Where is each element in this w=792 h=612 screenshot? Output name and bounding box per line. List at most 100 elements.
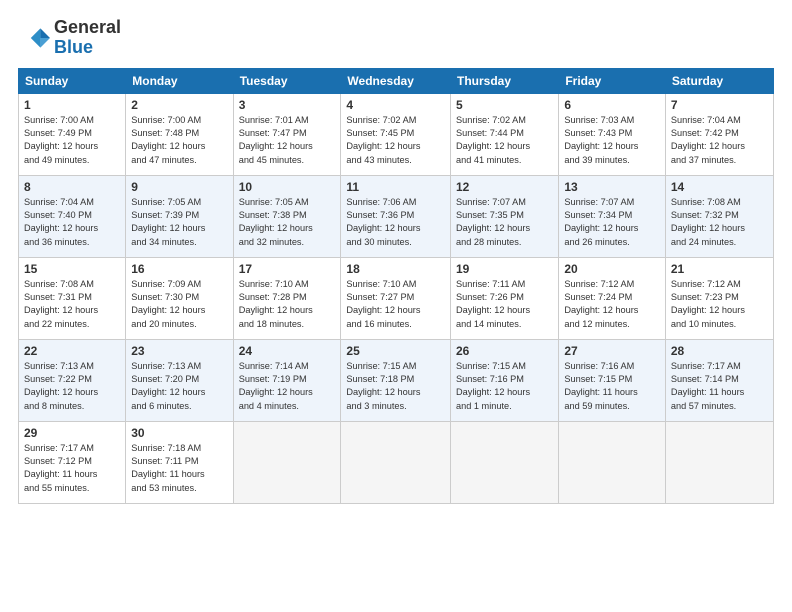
- calendar-cell: 3Sunrise: 7:01 AM Sunset: 7:47 PM Daylig…: [233, 93, 341, 175]
- day-number: 29: [24, 426, 120, 440]
- day-info: Sunrise: 7:00 AM Sunset: 7:48 PM Dayligh…: [131, 114, 227, 167]
- day-number: 9: [131, 180, 227, 194]
- calendar-cell: [665, 421, 773, 503]
- day-number: 2: [131, 98, 227, 112]
- logo-icon: [18, 22, 50, 54]
- day-number: 27: [564, 344, 660, 358]
- calendar-cell: [233, 421, 341, 503]
- calendar-cell: 15 Sunrise: 7:08 AM Sunset: 7:31 PM Dayli…: [19, 257, 126, 339]
- weekday-header-cell: Thursday: [451, 68, 559, 93]
- day-info: Sunrise: 7:16 AM Sunset: 7:15 PM Dayligh…: [564, 360, 660, 413]
- day-info: Sunrise: 7:02 AM Sunset: 7:45 PM Dayligh…: [346, 114, 445, 167]
- day-info: Sunrise: 7:00 AM Sunset: 7:49 PM Dayligh…: [24, 114, 120, 167]
- calendar-cell: 22 Sunrise: 7:13 AM Sunset: 7:22 PM Dayli…: [19, 339, 126, 421]
- calendar-body: 1 Sunrise: 7:00 AM Sunset: 7:49 PM Daylig…: [19, 93, 774, 503]
- calendar-cell: 16 Sunrise: 7:09 AM Sunset: 7:30 PM Dayli…: [126, 257, 233, 339]
- day-number: 7: [671, 98, 768, 112]
- calendar-cell: 4 Sunrise: 7:02 AM Sunset: 7:45 PM Daylig…: [341, 93, 451, 175]
- day-number: 25: [346, 344, 445, 358]
- calendar-cell: 21 Sunrise: 7:12 AM Sunset: 7:23 PM Dayli…: [665, 257, 773, 339]
- calendar-cell: 6 Sunrise: 7:03 AM Sunset: 7:43 PM Daylig…: [559, 93, 666, 175]
- calendar-cell: 11 Sunrise: 7:06 AM Sunset: 7:36 PM Dayli…: [341, 175, 451, 257]
- calendar-cell: 12Sunrise: 7:07 AM Sunset: 7:35 PM Dayli…: [451, 175, 559, 257]
- calendar-cell: 30 Sunrise: 7:18 AM Sunset: 7:11 PM Dayli…: [126, 421, 233, 503]
- weekday-header-cell: Monday: [126, 68, 233, 93]
- calendar-cell: 24 Sunrise: 7:14 AM Sunset: 7:19 PM Dayli…: [233, 339, 341, 421]
- day-number: 4: [346, 98, 445, 112]
- calendar-cell: 2 Sunrise: 7:00 AM Sunset: 7:48 PM Daylig…: [126, 93, 233, 175]
- day-number: 20: [564, 262, 660, 276]
- weekday-header-cell: Tuesday: [233, 68, 341, 93]
- calendar-cell: [559, 421, 666, 503]
- day-number: 30: [131, 426, 227, 440]
- day-number: 22: [24, 344, 120, 358]
- calendar-cell: 28Sunrise: 7:17 AM Sunset: 7:14 PM Dayli…: [665, 339, 773, 421]
- calendar-cell: [341, 421, 451, 503]
- day-info: Sunrise: 7:18 AM Sunset: 7:11 PM Dayligh…: [131, 442, 227, 495]
- calendar-cell: 19 Sunrise: 7:11 AM Sunset: 7:26 PM Dayli…: [451, 257, 559, 339]
- day-info: Sunrise: 7:07 AM Sunset: 7:34 PM Dayligh…: [564, 196, 660, 249]
- calendar-cell: 18Sunrise: 7:10 AM Sunset: 7:27 PM Dayli…: [341, 257, 451, 339]
- day-info: Sunrise: 7:17 AM Sunset: 7:12 PM Dayligh…: [24, 442, 120, 495]
- weekday-header-cell: Saturday: [665, 68, 773, 93]
- calendar-cell: 26 Sunrise: 7:15 AM Sunset: 7:16 PM Dayli…: [451, 339, 559, 421]
- logo-text: General Blue: [54, 18, 121, 58]
- day-number: 1: [24, 98, 120, 112]
- calendar-cell: 27 Sunrise: 7:16 AM Sunset: 7:15 PM Dayli…: [559, 339, 666, 421]
- day-number: 13: [564, 180, 660, 194]
- day-info: Sunrise: 7:01 AM Sunset: 7:47 PM Dayligh…: [239, 114, 336, 167]
- day-info: Sunrise: 7:02 AM Sunset: 7:44 PM Dayligh…: [456, 114, 553, 167]
- day-info: Sunrise: 7:05 AM Sunset: 7:39 PM Dayligh…: [131, 196, 227, 249]
- day-number: 24: [239, 344, 336, 358]
- day-number: 6: [564, 98, 660, 112]
- calendar-row: 15 Sunrise: 7:08 AM Sunset: 7:31 PM Dayli…: [19, 257, 774, 339]
- day-info: Sunrise: 7:06 AM Sunset: 7:36 PM Dayligh…: [346, 196, 445, 249]
- calendar-cell: 29 Sunrise: 7:17 AM Sunset: 7:12 PM Dayli…: [19, 421, 126, 503]
- day-info: Sunrise: 7:09 AM Sunset: 7:30 PM Dayligh…: [131, 278, 227, 331]
- day-number: 23: [131, 344, 227, 358]
- calendar-cell: 10Sunrise: 7:05 AM Sunset: 7:38 PM Dayli…: [233, 175, 341, 257]
- calendar-cell: 25 Sunrise: 7:15 AM Sunset: 7:18 PM Dayli…: [341, 339, 451, 421]
- day-info: Sunrise: 7:15 AM Sunset: 7:18 PM Dayligh…: [346, 360, 445, 413]
- day-number: 26: [456, 344, 553, 358]
- day-info: Sunrise: 7:03 AM Sunset: 7:43 PM Dayligh…: [564, 114, 660, 167]
- day-number: 8: [24, 180, 120, 194]
- day-info: Sunrise: 7:10 AM Sunset: 7:28 PM Dayligh…: [239, 278, 336, 331]
- day-info: Sunrise: 7:11 AM Sunset: 7:26 PM Dayligh…: [456, 278, 553, 331]
- page: General Blue SundayMondayTuesdayWednesda…: [0, 0, 792, 612]
- day-number: 16: [131, 262, 227, 276]
- day-number: 17: [239, 262, 336, 276]
- calendar-cell: 17 Sunrise: 7:10 AM Sunset: 7:28 PM Dayli…: [233, 257, 341, 339]
- day-info: Sunrise: 7:08 AM Sunset: 7:31 PM Dayligh…: [24, 278, 120, 331]
- header: General Blue: [18, 18, 774, 58]
- weekday-header-row: SundayMondayTuesdayWednesdayThursdayFrid…: [19, 68, 774, 93]
- day-number: 10: [239, 180, 336, 194]
- day-number: 5: [456, 98, 553, 112]
- day-number: 19: [456, 262, 553, 276]
- day-info: Sunrise: 7:08 AM Sunset: 7:32 PM Dayligh…: [671, 196, 768, 249]
- calendar-row: 1 Sunrise: 7:00 AM Sunset: 7:49 PM Daylig…: [19, 93, 774, 175]
- calendar-row: 8Sunrise: 7:04 AM Sunset: 7:40 PM Daylig…: [19, 175, 774, 257]
- calendar-table: SundayMondayTuesdayWednesdayThursdayFrid…: [18, 68, 774, 504]
- day-info: Sunrise: 7:12 AM Sunset: 7:23 PM Dayligh…: [671, 278, 768, 331]
- logo: General Blue: [18, 18, 121, 58]
- calendar-cell: 7 Sunrise: 7:04 AM Sunset: 7:42 PM Daylig…: [665, 93, 773, 175]
- day-info: Sunrise: 7:07 AM Sunset: 7:35 PM Dayligh…: [456, 196, 553, 249]
- day-number: 28: [671, 344, 768, 358]
- day-number: 18: [346, 262, 445, 276]
- weekday-header-cell: Friday: [559, 68, 666, 93]
- day-info: Sunrise: 7:12 AM Sunset: 7:24 PM Dayligh…: [564, 278, 660, 331]
- weekday-header-cell: Sunday: [19, 68, 126, 93]
- day-info: Sunrise: 7:14 AM Sunset: 7:19 PM Dayligh…: [239, 360, 336, 413]
- day-number: 21: [671, 262, 768, 276]
- day-number: 11: [346, 180, 445, 194]
- calendar-cell: 14Sunrise: 7:08 AM Sunset: 7:32 PM Dayli…: [665, 175, 773, 257]
- calendar-cell: 5 Sunrise: 7:02 AM Sunset: 7:44 PM Daylig…: [451, 93, 559, 175]
- day-number: 15: [24, 262, 120, 276]
- day-info: Sunrise: 7:15 AM Sunset: 7:16 PM Dayligh…: [456, 360, 553, 413]
- weekday-header-cell: Wednesday: [341, 68, 451, 93]
- day-info: Sunrise: 7:04 AM Sunset: 7:42 PM Dayligh…: [671, 114, 768, 167]
- day-info: Sunrise: 7:13 AM Sunset: 7:22 PM Dayligh…: [24, 360, 120, 413]
- calendar-cell: 20 Sunrise: 7:12 AM Sunset: 7:24 PM Dayli…: [559, 257, 666, 339]
- calendar-cell: 9 Sunrise: 7:05 AM Sunset: 7:39 PM Daylig…: [126, 175, 233, 257]
